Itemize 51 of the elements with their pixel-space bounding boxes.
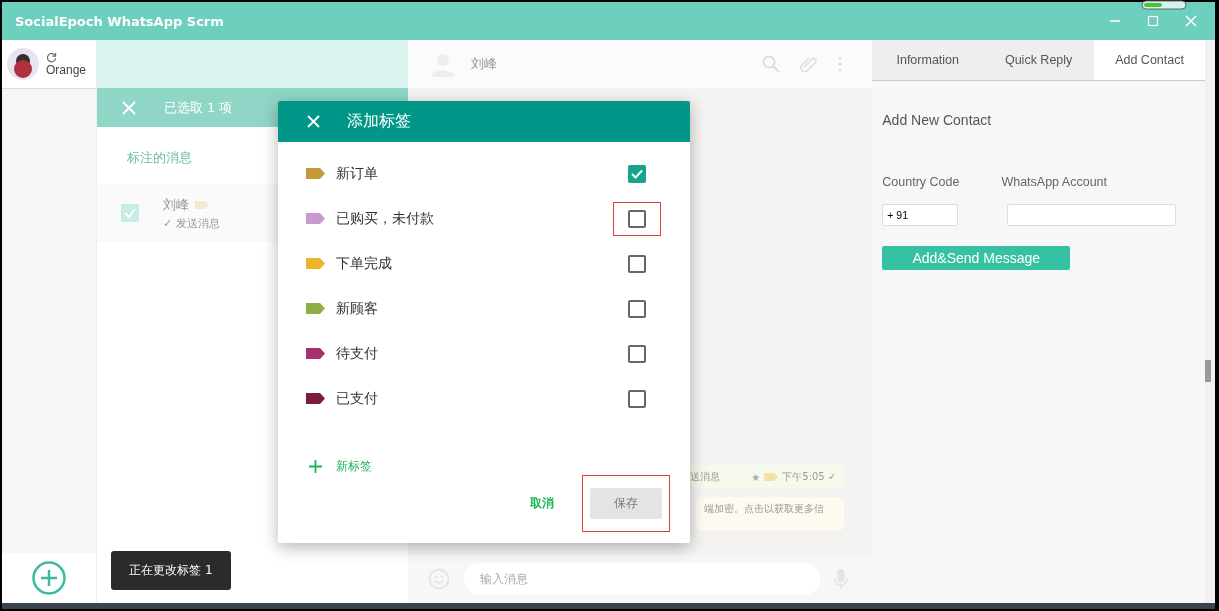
country-code-field[interactable]: + 91 bbox=[882, 204, 959, 226]
notice-text: 端加密。点击以获取更多信 bbox=[704, 502, 825, 516]
tag-icon bbox=[194, 200, 209, 209]
toast: 正在更改标签 1 bbox=[111, 551, 231, 590]
checkbox[interactable] bbox=[628, 344, 646, 363]
add-send-button[interactable]: Add&Send Message bbox=[882, 246, 1071, 270]
paperclip-icon[interactable] bbox=[800, 55, 819, 73]
avatar-icon bbox=[6, 47, 40, 81]
label-name: 新顾客 bbox=[336, 299, 378, 318]
more-icon[interactable] bbox=[838, 56, 843, 72]
checkbox[interactable] bbox=[628, 164, 646, 183]
star-icon: ★ bbox=[751, 471, 761, 483]
checkbox[interactable] bbox=[628, 209, 646, 228]
checkbox[interactable] bbox=[628, 254, 646, 273]
tab[interactable]: Add Contact bbox=[1094, 40, 1205, 80]
label-name: 下单完成 bbox=[336, 254, 392, 273]
account-name: Orange bbox=[46, 62, 87, 77]
label-name: 新订单 bbox=[336, 164, 378, 183]
add-icon[interactable] bbox=[31, 561, 66, 595]
section-title: 标注的消息 bbox=[126, 150, 192, 165]
label-name: 已支付 bbox=[336, 389, 378, 408]
maximize-icon[interactable] bbox=[1147, 15, 1159, 27]
save-button[interactable]: 保存 bbox=[590, 488, 662, 519]
message-text: 送消息 bbox=[690, 470, 721, 484]
battery-icon bbox=[1141, 0, 1187, 10]
close-icon[interactable] bbox=[121, 100, 136, 115]
label-name: 待支付 bbox=[336, 344, 378, 363]
new-label-button[interactable]: 新标签 bbox=[309, 458, 372, 475]
field-label: Country Code bbox=[882, 175, 960, 189]
checkbox[interactable] bbox=[628, 299, 646, 318]
contact-name: 刘峰 bbox=[162, 195, 189, 214]
contact-name: 刘峰 bbox=[470, 55, 497, 73]
checkbox[interactable] bbox=[120, 204, 139, 222]
section-title: Add New Contact bbox=[882, 112, 993, 128]
message-time: 下午5:05 ✓ bbox=[782, 470, 837, 484]
cancel-button[interactable]: 取消 bbox=[524, 494, 560, 513]
close-icon[interactable] bbox=[1185, 15, 1197, 27]
message-preview: ✓ 发送消息 bbox=[162, 215, 220, 231]
tag-icon bbox=[764, 473, 779, 481]
refresh-icon[interactable] bbox=[46, 51, 57, 63]
selection-count: 已选取 1 项 bbox=[163, 98, 233, 117]
window-title: SocialEpoch WhatsApp Scrm bbox=[15, 13, 224, 29]
plus-icon bbox=[309, 460, 322, 473]
field-label: WhatsApp Account bbox=[1001, 175, 1108, 189]
close-icon[interactable] bbox=[307, 115, 320, 128]
message-input[interactable]: 输入消息 bbox=[463, 563, 821, 595]
account-field[interactable] bbox=[1007, 204, 1177, 226]
dialog-title: 添加标签 bbox=[347, 111, 411, 132]
checkbox[interactable] bbox=[628, 389, 646, 408]
search-icon[interactable] bbox=[762, 55, 781, 73]
scrollbar-thumb[interactable] bbox=[1205, 360, 1211, 382]
